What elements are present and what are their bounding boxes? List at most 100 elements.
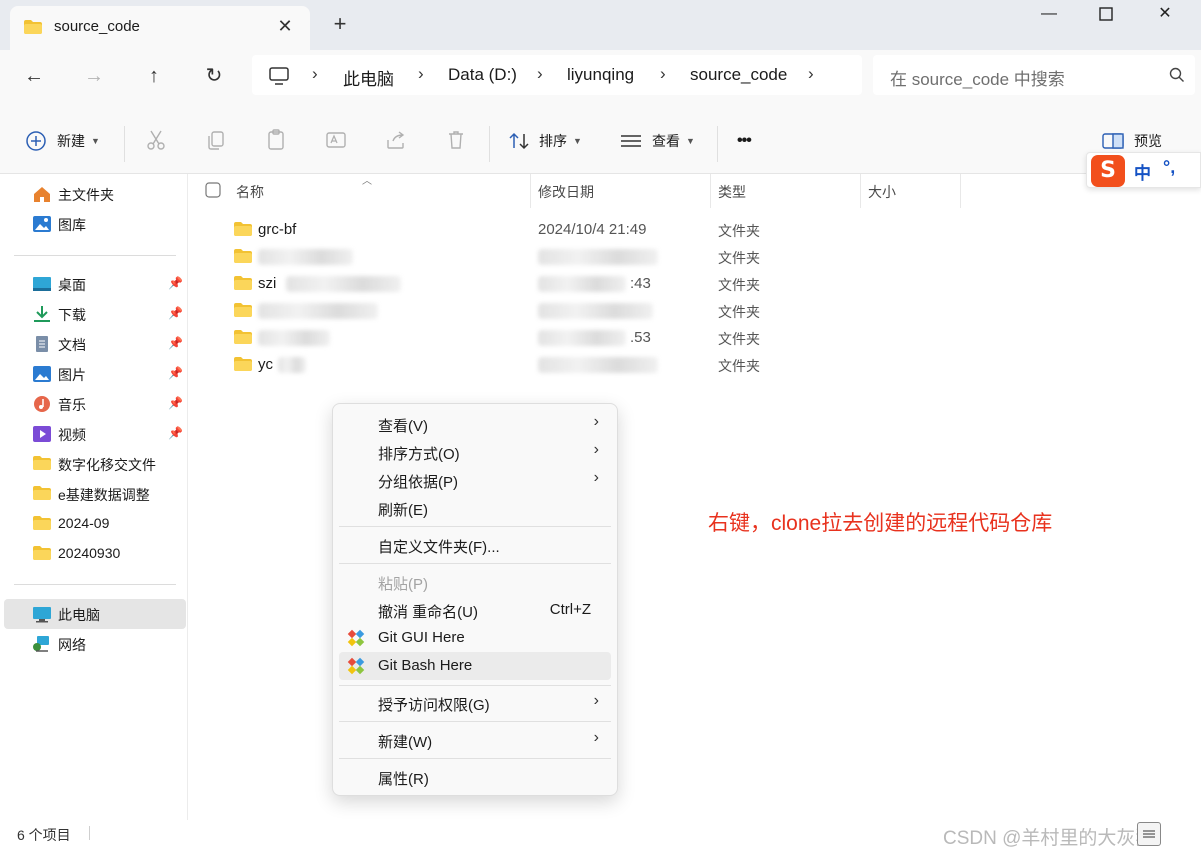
pin-icon[interactable]: 📌 (168, 336, 183, 350)
file-row[interactable]: szi :43 文件夹 (189, 270, 1201, 297)
menu-item-label: 自定义文件夹(F)... (378, 539, 500, 556)
breadcrumb-chevron-icon[interactable]: › (808, 64, 814, 84)
breadcrumb-chevron-icon[interactable]: › (312, 64, 318, 84)
menu-item-group-by[interactable]: 分组依据(P) › (339, 466, 611, 494)
sidebar-item-downloads[interactable]: 下载 📌 (4, 299, 186, 329)
breadcrumb-this-pc[interactable]: 此电脑 (343, 65, 394, 90)
sidebar-item-pictures[interactable]: 图片 📌 (4, 359, 186, 389)
close-window-button[interactable]: ✕ (1136, 0, 1194, 30)
menu-item-refresh[interactable]: 刷新(E) (339, 494, 611, 522)
new-tab-button[interactable]: + (328, 12, 352, 36)
breadcrumb-data-drive[interactable]: Data (D:) (448, 65, 517, 85)
sidebar-item-folder[interactable]: 20240930 (4, 539, 186, 569)
breadcrumb-liyunqing[interactable]: liyunqing (567, 65, 634, 85)
column-divider[interactable] (860, 174, 861, 208)
pin-icon[interactable]: 📌 (168, 396, 183, 410)
sidebar-item-network[interactable]: 网络 (4, 629, 186, 659)
pin-icon[interactable]: 📌 (168, 276, 183, 290)
sidebar-item-home[interactable]: 主文件夹 (4, 179, 186, 209)
chevron-down-icon: ▼ (573, 136, 582, 146)
address-bar[interactable]: › 此电脑 › Data (D:) › liyunqing › source_c… (252, 55, 862, 95)
ime-toolbar[interactable]: S 中 °, (1086, 152, 1201, 188)
column-header-size[interactable]: 大小 (868, 182, 896, 202)
column-header-type[interactable]: 类型 (718, 182, 746, 202)
divider (14, 255, 176, 256)
sidebar-item-gallery[interactable]: 图库 (4, 209, 186, 239)
refresh-button[interactable]: ↻ (198, 62, 230, 90)
file-name[interactable]: grc-bf (258, 221, 296, 238)
new-label: 新建 (57, 133, 85, 149)
new-button[interactable]: 新建 ▼ (25, 128, 100, 154)
menu-item-customize-folder[interactable]: 自定义文件夹(F)... (339, 531, 611, 559)
details-view-button[interactable] (1137, 822, 1161, 846)
pin-icon[interactable]: 📌 (168, 306, 183, 320)
breadcrumb-chevron-icon[interactable]: › (537, 64, 543, 84)
menu-item-undo-rename[interactable]: 撤消 重命名(U) Ctrl+Z (339, 596, 611, 624)
file-row[interactable]: .53 文件夹 (189, 324, 1201, 351)
minimize-button[interactable]: — (1020, 0, 1078, 30)
paste-icon[interactable] (264, 128, 290, 154)
sidebar-item-this-pc[interactable]: 此电脑 (4, 599, 186, 629)
watermark: CSDN @羊村里的大灰狼 (943, 828, 1155, 848)
redacted-name (258, 303, 378, 319)
search-placeholder: 在 source_code 中搜索 (890, 70, 1065, 89)
sidebar-item-folder[interactable]: 数字化移交文件 (4, 449, 186, 479)
sidebar-item-videos[interactable]: 视频 📌 (4, 419, 186, 449)
file-row[interactable]: yc 文件夹 (189, 351, 1201, 378)
menu-item-new[interactable]: 新建(W) › (339, 726, 611, 754)
sidebar-item-desktop[interactable]: 桌面 📌 (4, 269, 186, 299)
up-button[interactable]: ↑ (138, 62, 170, 90)
menu-item-give-access[interactable]: 授予访问权限(G) › (339, 689, 611, 717)
menu-item-paste[interactable]: 粘贴(P) (339, 568, 611, 596)
sidebar-item-documents[interactable]: 文档 📌 (4, 329, 186, 359)
share-icon[interactable] (384, 128, 410, 154)
breadcrumb-chevron-icon[interactable]: › (660, 64, 666, 84)
menu-item-sort-by[interactable]: 排序方式(O) › (339, 438, 611, 466)
preview-button[interactable]: 预览 (1102, 128, 1162, 154)
column-divider[interactable] (960, 174, 961, 208)
column-header-date[interactable]: 修改日期 (538, 182, 594, 202)
back-button[interactable]: ← (18, 62, 50, 90)
menu-item-git-gui[interactable]: Git GUI Here (339, 624, 611, 652)
view-button[interactable]: 查看 ▼ (620, 128, 695, 154)
file-name[interactable]: yc (258, 356, 273, 373)
maximize-button[interactable] (1077, 0, 1135, 30)
menu-item-view[interactable]: 查看(V) › (339, 410, 611, 438)
select-all-checkbox[interactable] (205, 182, 221, 201)
search-box[interactable]: 在 source_code 中搜索 (873, 55, 1195, 95)
ime-punctuation-toggle[interactable]: °, (1163, 157, 1175, 178)
folder-icon (233, 356, 253, 375)
copy-icon[interactable] (204, 128, 230, 154)
file-row[interactable]: grc-bf 2024/10/4 21:49 文件夹 (189, 216, 1201, 243)
file-type: 文件夹 (718, 358, 760, 374)
cut-icon[interactable] (144, 128, 170, 154)
sogou-logo-icon[interactable]: S (1091, 155, 1125, 187)
column-header-name[interactable]: 名称 (236, 182, 264, 202)
sidebar-item-folder[interactable]: e基建数据调整 (4, 479, 186, 509)
file-name[interactable]: szi (258, 275, 276, 292)
separator (124, 126, 125, 162)
file-row[interactable]: 文件夹 (189, 297, 1201, 324)
column-divider[interactable] (710, 174, 711, 208)
tab-source-code[interactable]: source_code ✕ (10, 6, 310, 50)
pin-icon[interactable]: 📌 (168, 426, 183, 440)
breadcrumb-source-code[interactable]: source_code (690, 65, 787, 85)
rename-icon[interactable] (324, 128, 350, 154)
sidebar-item-music[interactable]: 音乐 📌 (4, 389, 186, 419)
more-options-button[interactable]: ••• (737, 128, 752, 154)
delete-icon[interactable] (444, 128, 470, 154)
sidebar-item-folder[interactable]: 2024-09 (4, 509, 186, 539)
sort-button[interactable]: 排序 ▼ (509, 128, 582, 154)
forward-button[interactable]: → (78, 62, 110, 90)
breadcrumb-chevron-icon[interactable]: › (418, 64, 424, 84)
menu-item-git-bash[interactable]: Git Bash Here (339, 652, 611, 680)
pin-icon[interactable]: 📌 (168, 366, 183, 380)
ime-mode-toggle[interactable]: 中 (1134, 159, 1151, 184)
file-row[interactable]: 文件夹 (189, 243, 1201, 270)
home-icon (32, 185, 52, 203)
menu-item-properties[interactable]: 属性(R) (339, 763, 611, 791)
column-divider[interactable] (530, 174, 531, 208)
close-tab-icon[interactable]: ✕ (274, 15, 296, 37)
search-icon[interactable] (1169, 67, 1185, 86)
sort-label: 排序 (539, 133, 567, 149)
